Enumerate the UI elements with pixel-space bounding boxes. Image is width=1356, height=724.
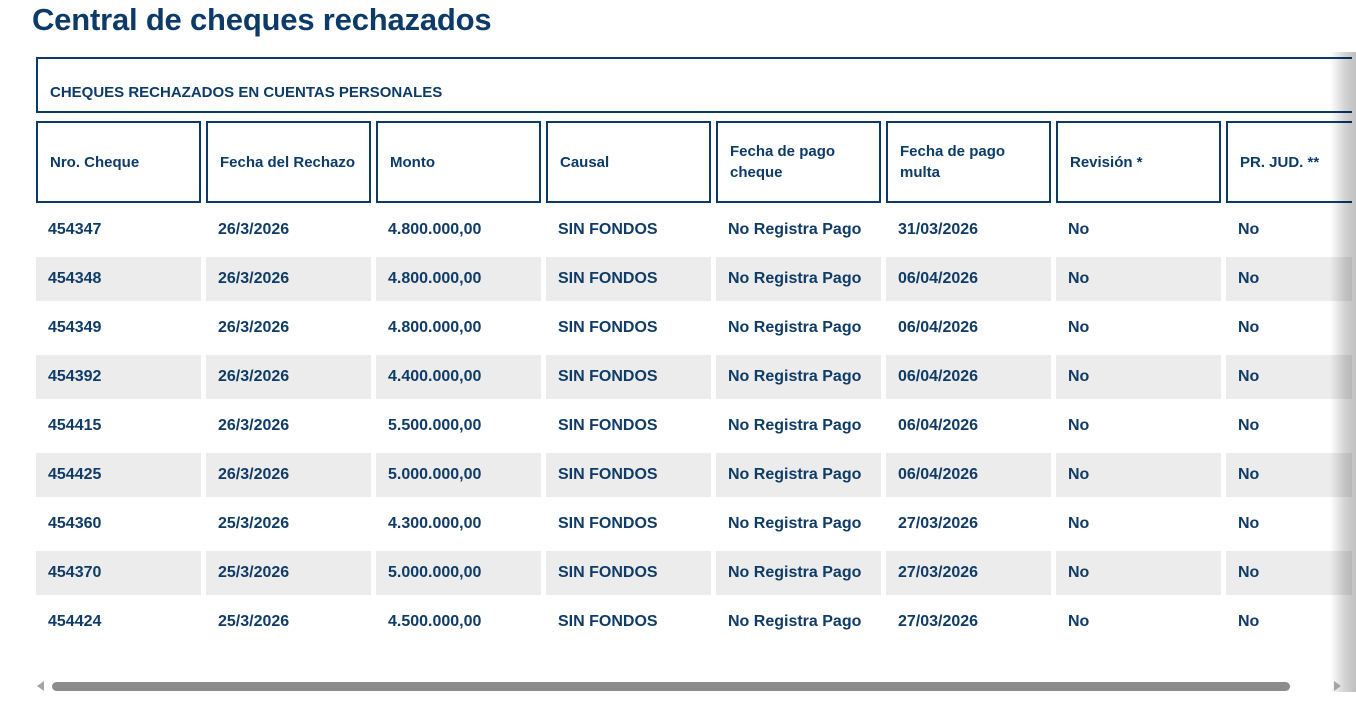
cell-nro-cheque: 454360 [48, 515, 102, 532]
cell-causal: SIN FONDOS [558, 613, 658, 630]
column-header-causal: Causal [546, 121, 711, 203]
cell-fecha-pago-cheque: No Registra Pago [716, 257, 881, 301]
cell-revision: No [1068, 515, 1090, 532]
cell-revision: No [1056, 551, 1221, 595]
cell-fecha-rechazo: 25/3/2026 [218, 613, 290, 630]
cell-fecha-rechazo: 26/3/2026 [218, 221, 290, 238]
page-title: Central de cheques rechazados [32, 2, 492, 37]
cell-revision: No [1056, 257, 1221, 301]
cell-fecha-pago-multa: 27/03/2026 [898, 613, 979, 630]
table-row: 454425 26/3/2026 5.000.000,00 SIN FONDOS No … [34, 449, 1352, 498]
cell-fecha-pago-multa: 06/04/2026 [886, 355, 1051, 399]
cell-fecha-pago-cheque: No Registra Pago [716, 551, 881, 595]
cell-fecha-rechazo: 26/3/2026 [218, 319, 290, 336]
table-header-row: Nro. Cheque Fecha del Rechazo Monto Causal F… [36, 121, 1352, 203]
cell-fecha-pago-multa: 06/04/2026 [898, 319, 979, 336]
cell-fecha-rechazo: 25/3/2026 [218, 515, 290, 532]
column-header-revision: Revisión * [1056, 121, 1221, 203]
cell-fecha-pago-multa: 06/04/2026 [886, 257, 1051, 301]
cell-fecha-pago-multa: 31/03/2026 [898, 221, 979, 238]
table-scroll-viewport[interactable]: CHEQUES RECHAZADOS EN CUENTAS PERSONALES… [34, 53, 1352, 676]
table-row: 454349 26/3/2026 4.800.000,00 SIN FONDOS No … [34, 302, 1352, 351]
cell-revision: No [1056, 453, 1221, 497]
cell-nro-cheque: 454347 [48, 221, 102, 238]
cell-monto: 4.300.000,00 [388, 515, 482, 532]
cell-fecha-rechazo: 26/3/2026 [218, 417, 290, 434]
cell-pr-jud: No [1226, 257, 1352, 301]
cell-fecha-pago-cheque: No Registra Pago [728, 515, 862, 532]
cell-causal: SIN FONDOS [546, 355, 711, 399]
section-title: CHEQUES RECHAZADOS EN CUENTAS PERSONALES [50, 84, 443, 101]
chevron-left-icon[interactable] [37, 681, 44, 691]
cell-monto: 4.400.000,00 [376, 355, 541, 399]
table-row: 454370 25/3/2026 5.000.000,00 SIN FONDOS No … [34, 547, 1352, 596]
column-header-fecha-pago-cheque: Fecha de pago cheque [716, 121, 881, 203]
cell-pr-jud: No [1226, 551, 1352, 595]
cell-monto: 4.800.000,00 [376, 257, 541, 301]
cell-revision: No [1056, 355, 1221, 399]
cell-nro-cheque: 454392 [36, 355, 201, 399]
cell-causal: SIN FONDOS [558, 221, 658, 238]
table-row: 454392 26/3/2026 4.400.000,00 SIN FONDOS No … [34, 351, 1352, 400]
cell-pr-jud: No [1238, 221, 1260, 238]
column-header-pr-jud: PR. JUD. ** [1226, 121, 1352, 203]
cell-monto: 5.000.000,00 [376, 453, 541, 497]
cell-fecha-pago-multa: 06/04/2026 [898, 417, 979, 434]
cell-fecha-pago-multa: 06/04/2026 [886, 453, 1051, 497]
column-header-fecha-rechazo: Fecha del Rechazo [206, 121, 371, 203]
cell-revision: No [1068, 417, 1090, 434]
cell-nro-cheque: 454349 [48, 319, 102, 336]
cell-revision: No [1068, 221, 1090, 238]
cell-monto: 4.500.000,00 [388, 613, 482, 630]
cell-fecha-rechazo: 26/3/2026 [206, 453, 371, 497]
cell-causal: SIN FONDOS [546, 551, 711, 595]
cell-pr-jud: No [1238, 417, 1260, 434]
cell-fecha-pago-multa: 27/03/2026 [886, 551, 1051, 595]
horizontal-scrollbar[interactable] [34, 678, 1352, 696]
cell-pr-jud: No [1238, 319, 1260, 336]
table-row: 454348 26/3/2026 4.800.000,00 SIN FONDOS No … [34, 253, 1352, 302]
cell-monto: 5.500.000,00 [388, 417, 482, 434]
table-row: 454424 25/3/2026 4.500.000,00 SIN FONDOS No … [34, 596, 1352, 645]
cell-nro-cheque: 454424 [48, 613, 102, 630]
cell-fecha-pago-cheque: No Registra Pago [728, 221, 862, 238]
cell-fecha-pago-cheque: No Registra Pago [728, 417, 862, 434]
cell-pr-jud: No [1226, 453, 1352, 497]
cell-causal: SIN FONDOS [546, 453, 711, 497]
cell-causal: SIN FONDOS [558, 417, 658, 434]
column-header-nro-cheque: Nro. Cheque [36, 121, 201, 203]
table-row: 454347 26/3/2026 4.800.000,00 SIN FONDOS No … [34, 204, 1352, 253]
cell-monto: 4.800.000,00 [388, 221, 482, 238]
cell-nro-cheque: 454348 [36, 257, 201, 301]
cell-monto: 4.800.000,00 [388, 319, 482, 336]
cell-causal: SIN FONDOS [558, 319, 658, 336]
section-header: CHEQUES RECHAZADOS EN CUENTAS PERSONALES [36, 57, 1352, 113]
cell-nro-cheque: 454425 [36, 453, 201, 497]
cell-causal: SIN FONDOS [558, 515, 658, 532]
cell-nro-cheque: 454370 [36, 551, 201, 595]
cell-nro-cheque: 454415 [48, 417, 102, 434]
cell-fecha-rechazo: 26/3/2026 [206, 257, 371, 301]
cell-revision: No [1068, 319, 1090, 336]
column-header-monto: Monto [376, 121, 541, 203]
cell-fecha-pago-cheque: No Registra Pago [716, 355, 881, 399]
cell-pr-jud: No [1226, 355, 1352, 399]
cell-revision: No [1068, 613, 1090, 630]
cell-fecha-pago-cheque: No Registra Pago [728, 613, 862, 630]
chevron-right-icon[interactable] [1334, 681, 1341, 691]
cell-pr-jud: No [1238, 613, 1260, 630]
cell-pr-jud: No [1238, 515, 1260, 532]
table-body: 454347 26/3/2026 4.800.000,00 SIN FONDOS No … [34, 204, 1352, 645]
cell-fecha-rechazo: 25/3/2026 [206, 551, 371, 595]
cell-fecha-rechazo: 26/3/2026 [206, 355, 371, 399]
cell-fecha-pago-multa: 27/03/2026 [898, 515, 979, 532]
cell-fecha-pago-cheque: No Registra Pago [716, 453, 881, 497]
cell-causal: SIN FONDOS [546, 257, 711, 301]
scrollbar-thumb[interactable] [52, 682, 1290, 691]
cell-monto: 5.000.000,00 [376, 551, 541, 595]
table-row: 454415 26/3/2026 5.500.000,00 SIN FONDOS No … [34, 400, 1352, 449]
column-header-fecha-pago-multa: Fecha de pago multa [886, 121, 1051, 203]
cell-fecha-pago-cheque: No Registra Pago [728, 319, 862, 336]
table-row: 454360 25/3/2026 4.300.000,00 SIN FONDOS No … [34, 498, 1352, 547]
